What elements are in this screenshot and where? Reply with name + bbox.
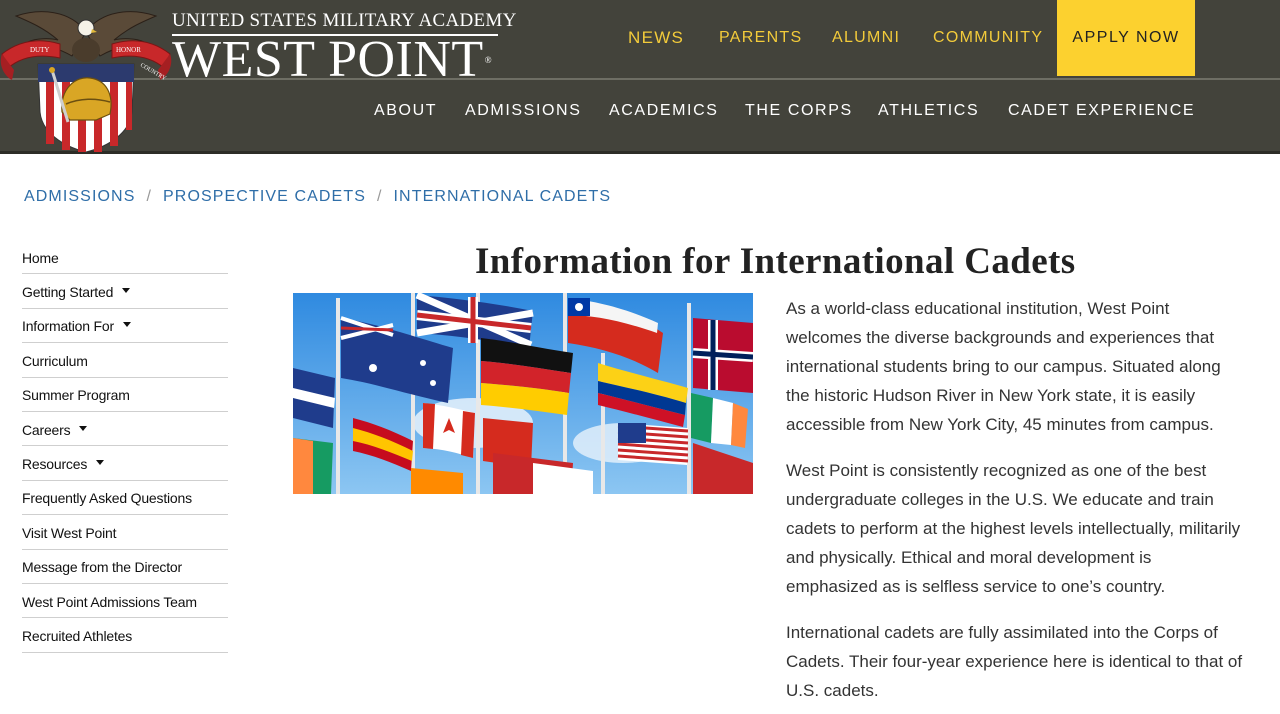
- wordmark-title: WEST POINT®: [172, 34, 517, 86]
- breadcrumb: ADMISSIONS / PROSPECTIVE CADETS / INTERN…: [24, 188, 611, 206]
- crest-ribbon-left: DUTY: [30, 46, 49, 54]
- page-title: Information for International Cadets: [475, 241, 1076, 282]
- sidebar-item-visit-west-point[interactable]: Visit West Point: [22, 515, 228, 550]
- sidebar-item-label: Recruited Athletes: [22, 627, 133, 644]
- sidebar-item-faq[interactable]: Frequently Asked Questions: [22, 481, 228, 516]
- sidebar-item-resources[interactable]: Resources: [22, 446, 228, 481]
- nav-academics[interactable]: ACADEMICS: [609, 102, 719, 120]
- nav-community[interactable]: COMMUNITY: [933, 0, 1043, 76]
- caret-down-icon[interactable]: [96, 460, 105, 466]
- sidebar-item-information-for[interactable]: Information For: [22, 309, 228, 344]
- main-content: As a world-class educational institution…: [786, 294, 1246, 714]
- paragraph-recognition: West Point is consistently recognized as…: [786, 461, 1241, 596]
- breadcrumb-separator: /: [376, 188, 383, 205]
- caret-down-icon[interactable]: [122, 288, 131, 294]
- nav-admissions[interactable]: ADMISSIONS: [465, 102, 581, 120]
- caret-down-icon[interactable]: [122, 322, 131, 328]
- sidebar-item-label: Frequently Asked Questions: [22, 490, 192, 507]
- sidebar-item-recruited-athletes[interactable]: Recruited Athletes: [22, 618, 228, 653]
- eagle-icon: [77, 19, 95, 37]
- breadcrumb-prospective-cadets[interactable]: PROSPECTIVE CADETS: [163, 188, 366, 206]
- breadcrumb-international-cadets[interactable]: INTERNATIONAL CADETS: [394, 188, 612, 206]
- sidebar-item-label: Home: [22, 249, 59, 266]
- sidebar-item-label: Careers: [22, 421, 71, 438]
- sidebar-item-label: Getting Started: [22, 284, 114, 301]
- breadcrumb-admissions[interactable]: ADMISSIONS: [24, 188, 135, 206]
- nav-alumni[interactable]: ALUMNI: [832, 0, 900, 76]
- sidebar-item-label: Resources: [22, 456, 88, 473]
- apply-now-button[interactable]: APPLY NOW: [1057, 0, 1195, 76]
- sidebar-item-careers[interactable]: Careers: [22, 412, 228, 447]
- site-header: DUTY HONOR COUNTRY UNITED STATES MILITAR…: [0, 0, 1280, 154]
- paragraph-intro: As a world-class educational institution…: [786, 299, 1221, 434]
- west-point-crest-icon[interactable]: DUTY HONOR COUNTRY: [0, 2, 172, 154]
- header-bottom-border: [0, 151, 1280, 154]
- sidebar-item-admissions-team[interactable]: West Point Admissions Team: [22, 584, 228, 619]
- flags-photo: [293, 293, 753, 494]
- sidebar-item-label: Information For: [22, 318, 114, 335]
- wordmark-subtitle: UNITED STATES MILITARY ACADEMY: [172, 10, 517, 31]
- sidebar-item-label: West Point Admissions Team: [22, 593, 197, 610]
- sidebar-item-home[interactable]: Home: [22, 240, 228, 275]
- site-wordmark[interactable]: UNITED STATES MILITARY ACADEMY WEST POIN…: [172, 10, 517, 86]
- crest-ribbon-mid: HONOR: [116, 46, 141, 54]
- nav-cadet-experience[interactable]: CADET EXPERIENCE: [1008, 102, 1195, 120]
- nav-athletics[interactable]: ATHLETICS: [878, 102, 979, 120]
- sidebar-item-label: Curriculum: [22, 352, 88, 369]
- wordmark-title-text: WEST POINT: [172, 31, 484, 88]
- sidebar-item-curriculum[interactable]: Curriculum: [22, 343, 228, 378]
- nav-the-corps[interactable]: THE CORPS: [745, 102, 853, 120]
- sidebar-nav: Home Getting Started Information For Cur…: [22, 240, 228, 653]
- caret-down-icon[interactable]: [79, 425, 88, 431]
- nav-parents[interactable]: PARENTS: [719, 0, 802, 76]
- sidebar-item-label: Summer Program: [22, 387, 130, 404]
- sidebar-item-message-from-director[interactable]: Message from the Director: [22, 550, 228, 584]
- sidebar-item-getting-started[interactable]: Getting Started: [22, 274, 228, 309]
- paragraph-assimilation: International cadets are fully assimilat…: [786, 623, 1243, 700]
- nav-news[interactable]: NEWS: [628, 0, 684, 76]
- sidebar-item-label: Message from the Director: [22, 559, 182, 576]
- nav-about[interactable]: ABOUT: [374, 102, 437, 120]
- breadcrumb-separator: /: [146, 188, 153, 205]
- registered-mark: ®: [484, 55, 493, 65]
- sidebar-item-summer-program[interactable]: Summer Program: [22, 378, 228, 412]
- sidebar-item-label: Visit West Point: [22, 524, 117, 541]
